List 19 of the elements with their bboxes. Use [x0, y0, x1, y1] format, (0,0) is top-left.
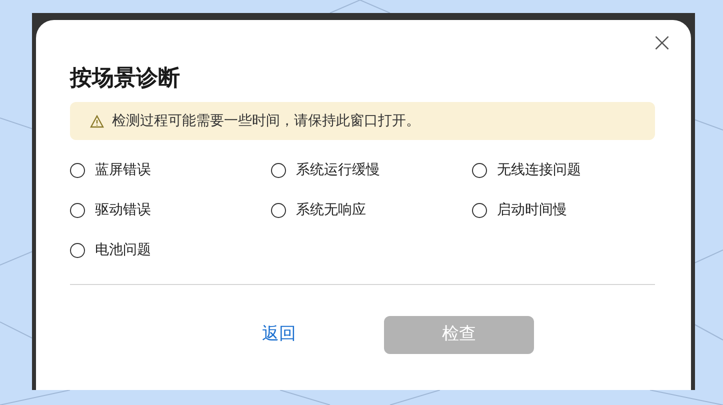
option-radio[interactable]: 启动时间慢	[472, 200, 655, 220]
option-label: 蓝屏错误	[95, 160, 151, 180]
option-radio[interactable]: 系统无响应	[271, 200, 472, 220]
option-radio[interactable]: 蓝屏错误	[70, 160, 271, 180]
option-label: 无线连接问题	[497, 160, 581, 180]
dialog-title: 按场景诊断	[70, 65, 181, 93]
option-label: 系统运行缓慢	[296, 160, 380, 180]
option-radio[interactable]: 电池问题	[70, 240, 271, 260]
notice-text: 检测过程可能需要一些时间，请保持此窗口打开。	[112, 112, 420, 130]
option-radio[interactable]: 驱动错误	[70, 200, 271, 220]
option-label: 电池问题	[95, 240, 151, 260]
option-label: 启动时间慢	[497, 200, 567, 220]
close-button[interactable]: ×	[649, 30, 675, 56]
option-radio[interactable]: 无线连接问题	[472, 160, 655, 180]
option-radio[interactable]: 系统运行缓慢	[271, 160, 472, 180]
warning-icon	[90, 114, 104, 128]
option-label: 系统无响应	[296, 200, 366, 220]
back-link[interactable]: 返回	[262, 322, 296, 348]
option-label: 驱动错误	[95, 200, 151, 220]
